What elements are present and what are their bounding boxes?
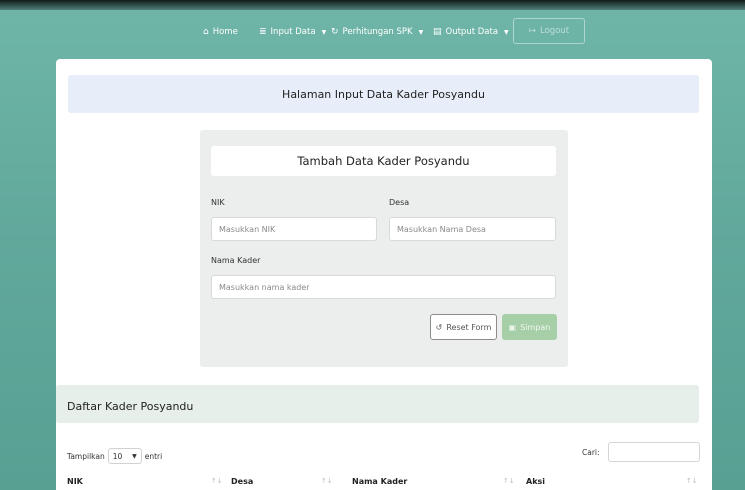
reset-form-button[interactable]: ↺ Reset Form — [430, 314, 497, 340]
column-header-aksi[interactable]: Aksi — [526, 477, 545, 486]
reset-label: Reset Form — [446, 322, 492, 332]
list-title: Daftar Kader Posyandu — [67, 400, 194, 413]
top-edge — [0, 0, 745, 10]
page-length-value: 10 — [112, 451, 123, 461]
nav-output-label: Output Data — [445, 27, 499, 37]
database-icon: ≣ — [259, 27, 267, 37]
page-title-text: Halaman Input Data Kader Posyandu — [282, 87, 485, 101]
form-heading: Tambah Data Kader Posyandu — [211, 146, 556, 176]
save-label: Simpan — [520, 322, 551, 332]
chevron-down-icon: ▼ — [132, 452, 137, 460]
nik-label: NIK — [211, 198, 225, 207]
save-button[interactable]: ▣ Simpan — [502, 314, 557, 340]
home-icon: ⌂ — [203, 27, 209, 37]
nav-home-label: Home — [212, 27, 238, 37]
nama-kader-placeholder: Masukkan nama kader — [219, 282, 310, 292]
nav-input-data[interactable]: ≣ Input Data ▼ — [259, 23, 326, 41]
input-form: Tambah Data Kader Posyandu NIK Masukkan … — [200, 130, 568, 367]
file-icon: ▤ — [433, 27, 442, 37]
logout-label: Logout — [540, 26, 570, 36]
page-title: Halaman Input Data Kader Posyandu — [68, 75, 699, 113]
column-header-nik[interactable]: NIK — [67, 477, 83, 486]
show-prefix: Tampilkan — [67, 451, 105, 461]
nav-input-label: Input Data — [270, 27, 316, 37]
sort-icon[interactable]: ↑↓ — [503, 477, 515, 485]
desa-placeholder: Masukkan Nama Desa — [397, 224, 486, 234]
nav-home[interactable]: ⌂ Home — [203, 23, 238, 41]
nav-output-data[interactable]: ▤ Output Data ▼ — [433, 23, 509, 41]
chevron-down-icon: ▼ — [504, 28, 509, 36]
sort-icon[interactable]: ↑↓ — [686, 477, 698, 485]
page-length-select[interactable]: 10 ▼ — [107, 448, 142, 464]
show-suffix: entri — [144, 451, 163, 461]
navbar: ⌂ Home ≣ Input Data ▼ ↻ Perhitungan SPK … — [0, 10, 745, 54]
desa-input[interactable]: Masukkan Nama Desa — [389, 217, 556, 241]
search-input[interactable] — [608, 442, 700, 462]
main-card: Halaman Input Data Kader Posyandu Tambah… — [56, 59, 712, 490]
sort-icon[interactable]: ↑↓ — [321, 477, 333, 485]
chevron-down-icon: ▼ — [418, 28, 424, 36]
nik-input[interactable]: Masukkan NIK — [211, 217, 377, 241]
desa-label: Desa — [389, 198, 410, 207]
column-header-nama-kader[interactable]: Nama Kader — [352, 477, 407, 486]
nama-kader-input[interactable]: Masukkan nama kader — [211, 275, 556, 299]
page-length-control: Tampilkan 10 ▼ entri — [67, 448, 162, 464]
nik-placeholder: Masukkan NIK — [219, 224, 276, 234]
refresh-icon: ↻ — [331, 27, 339, 37]
form-heading-text: Tambah Data Kader Posyandu — [297, 154, 470, 168]
sort-icon[interactable]: ↑↓ — [211, 477, 223, 485]
search-label: Cari: — [582, 448, 600, 457]
logout-button[interactable]: ↦ Logout — [513, 18, 585, 44]
undo-icon: ↺ — [435, 322, 443, 332]
save-icon: ▣ — [508, 322, 517, 332]
nama-kader-label: Nama Kader — [211, 256, 261, 265]
nav-perhitungan[interactable]: ↻ Perhitungan SPK ▼ — [331, 23, 423, 41]
column-header-desa[interactable]: Desa — [231, 477, 253, 486]
chevron-down-icon: ▼ — [321, 28, 327, 36]
nav-perhitungan-label: Perhitungan SPK — [342, 27, 413, 37]
logout-icon: ↦ — [528, 26, 536, 36]
